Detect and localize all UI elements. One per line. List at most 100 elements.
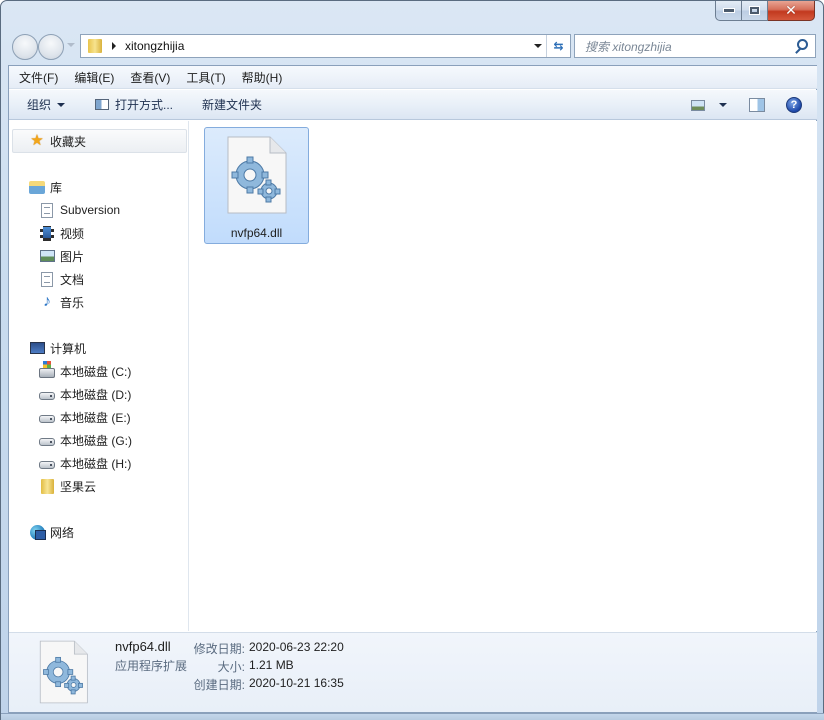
change-view-icon[interactable] (691, 99, 705, 111)
open-with-icon (95, 99, 110, 110)
forward-button[interactable] (38, 34, 64, 60)
chevron-down-icon (57, 102, 66, 107)
hard-drive-icon (39, 409, 55, 425)
open-with-label: 打开方式... (115, 98, 174, 112)
sidebar-item-label: 视频 (60, 226, 85, 241)
sidebar-item-jianguoyun[interactable]: 坚果云 (39, 476, 96, 496)
sidebar-item-label: 音乐 (60, 295, 85, 310)
organize-label: 组织 (27, 98, 52, 112)
details-file-name: nvfp64.dll (115, 639, 171, 654)
address-history-dropdown[interactable] (534, 44, 542, 48)
sidebar-item-label: 计算机 (50, 341, 87, 356)
dll-gear-file-icon (227, 136, 287, 214)
caption-buttons: ✕ (715, 1, 815, 21)
sidebar-item-drive-d[interactable]: 本地磁盘 (D:) (39, 384, 131, 404)
sidebar-item-drive-c[interactable]: 本地磁盘 (C:) (39, 361, 131, 381)
sidebar-item-drive-h[interactable]: 本地磁盘 (H:) (39, 453, 131, 473)
menu-tools[interactable]: 工具(T) (176, 69, 231, 86)
breadcrumb-arrow-icon[interactable] (112, 42, 116, 50)
window-bottom-border (1, 713, 824, 720)
file-name: nvfp64.dll (230, 226, 283, 240)
details-file-type: 应用程序扩展 (115, 659, 188, 673)
refresh-button[interactable]: ⇆ (546, 35, 570, 57)
file-item[interactable]: nvfp64.dll (204, 127, 309, 244)
open-with-button[interactable]: 打开方式... (95, 96, 173, 113)
explorer-window: ✕ xitongzhijia ⇆ 搜索 xitongzhijia 文件(F) 编… (0, 0, 824, 720)
address-bar[interactable]: xitongzhijia ⇆ (80, 34, 571, 58)
sidebar-item-label: 网络 (50, 525, 75, 540)
sidebar-item-documents[interactable]: 文档 (39, 269, 84, 289)
new-folder-button[interactable]: 新建文件夹 (202, 96, 262, 113)
close-button[interactable]: ✕ (768, 1, 815, 21)
sidebar-item-label: 图片 (60, 249, 85, 264)
sidebar-item-favorites[interactable]: ★ 收藏夹 (12, 129, 187, 153)
video-icon (39, 225, 55, 241)
dll-gear-file-icon (39, 640, 88, 704)
sidebar-item-label: 本地磁盘 (E:) (60, 410, 131, 425)
sidebar-item-label: 本地磁盘 (D:) (60, 387, 132, 402)
created-value: 2020-10-21 16:35 (249, 676, 344, 690)
command-bar: 组织 打开方式... 新建文件夹 ? (9, 90, 817, 120)
sidebar-item-libraries[interactable]: 库 (29, 177, 62, 197)
search-input[interactable]: 搜索 xitongzhijia (585, 38, 793, 55)
sidebar-item-label: 收藏夹 (50, 134, 87, 149)
file-list: nvfp64.dll (190, 121, 817, 631)
menu-bar: 文件(F) 编辑(E) 查看(V) 工具(T) 帮助(H) (9, 66, 817, 89)
menu-help[interactable]: 帮助(H) (232, 69, 289, 86)
folder-icon (39, 478, 55, 494)
folder-icon (88, 39, 102, 53)
network-icon (29, 524, 45, 540)
search-box[interactable]: 搜索 xitongzhijia (574, 34, 816, 58)
command-bar-right: ? (691, 90, 817, 120)
minimize-icon (722, 8, 735, 13)
sidebar-item-pictures[interactable]: 图片 (39, 246, 84, 266)
sidebar-item-label: 本地磁盘 (G:) (60, 433, 132, 448)
menu-file[interactable]: 文件(F) (9, 69, 64, 86)
sidebar-item-network[interactable]: 网络 (29, 522, 74, 542)
library-icon (29, 179, 45, 195)
close-icon: ✕ (785, 2, 797, 19)
navigation-pane: ★ 收藏夹 库 Subversion 视频 图片 文档 ♪ 音乐 计算机 本地磁… (9, 121, 189, 631)
preview-pane-icon[interactable] (749, 98, 765, 112)
sidebar-item-label: Subversion (60, 203, 121, 217)
organize-button[interactable]: 组织 (27, 96, 66, 113)
created-label: 创建日期: (193, 678, 245, 692)
document-library-icon (39, 202, 55, 218)
navigation-bar: xitongzhijia ⇆ 搜索 xitongzhijia (9, 33, 819, 60)
sidebar-item-label: 本地磁盘 (H:) (60, 456, 132, 471)
details-created: 创建日期: 2020-10-21 16:35 (189, 676, 344, 693)
size-label: 大小: (217, 660, 245, 674)
minimize-button[interactable] (715, 1, 742, 21)
view-options-dropdown[interactable] (719, 103, 727, 107)
sidebar-item-label: 本地磁盘 (C:) (60, 364, 132, 379)
search-icon[interactable] (793, 38, 809, 54)
maximize-button[interactable] (742, 1, 768, 21)
music-note-icon: ♪ (43, 293, 51, 310)
help-icon[interactable]: ? (786, 97, 802, 113)
computer-icon (29, 340, 45, 356)
back-button[interactable] (12, 34, 38, 60)
picture-icon (39, 248, 55, 264)
star-icon: ★ (30, 132, 44, 149)
maximize-icon (749, 6, 760, 15)
sidebar-item-music[interactable]: ♪ 音乐 (39, 292, 84, 312)
sidebar-item-label: 文档 (60, 272, 85, 287)
sidebar-item-drive-e[interactable]: 本地磁盘 (E:) (39, 407, 131, 427)
sidebar-item-videos[interactable]: 视频 (39, 223, 84, 243)
size-value: 1.21 MB (249, 658, 294, 672)
details-size: 大小: 1.21 MB (189, 658, 294, 675)
sidebar-item-drive-g[interactable]: 本地磁盘 (G:) (39, 430, 132, 450)
sidebar-item-computer[interactable]: 计算机 (29, 338, 86, 358)
modified-value: 2020-06-23 22:20 (249, 640, 344, 654)
sidebar-item-label: 库 (50, 180, 63, 195)
recent-locations-dropdown[interactable] (67, 43, 75, 47)
details-modified: 修改日期: 2020-06-23 22:20 (189, 640, 344, 657)
sidebar-item-subversion[interactable]: Subversion (39, 200, 120, 220)
sidebar-item-label: 坚果云 (60, 479, 97, 494)
menu-edit[interactable]: 编辑(E) (64, 69, 120, 86)
modified-label: 修改日期: (193, 642, 245, 656)
hard-drive-icon (39, 432, 55, 448)
breadcrumb-segment[interactable]: xitongzhijia (125, 39, 184, 53)
menu-view[interactable]: 查看(V) (120, 69, 176, 86)
details-pane: nvfp64.dll 应用程序扩展 修改日期: 2020-06-23 22:20… (9, 632, 817, 712)
